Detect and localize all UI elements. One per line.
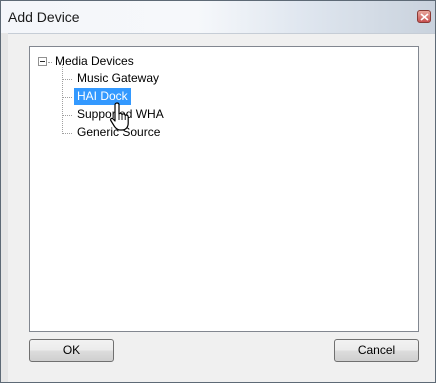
tree-connector xyxy=(62,115,72,116)
tree-node-label: Media Devices xyxy=(55,54,134,68)
close-button[interactable] xyxy=(417,10,431,23)
title-bar[interactable]: Add Device xyxy=(1,1,435,34)
collapse-icon[interactable] xyxy=(38,57,47,66)
tree-connector xyxy=(62,97,72,98)
device-tree[interactable]: Media Devices Music Gateway HAI Dock Sup… xyxy=(29,46,419,332)
hand-cursor-icon xyxy=(110,102,129,131)
window-title: Add Device xyxy=(8,9,80,25)
tree-branch-line xyxy=(62,64,63,134)
window-left-edge xyxy=(1,33,8,382)
ok-button[interactable]: OK xyxy=(29,339,114,362)
tree-connector xyxy=(62,133,72,134)
cancel-button[interactable]: Cancel xyxy=(334,339,419,362)
tree-connector xyxy=(48,62,52,63)
tree-connector xyxy=(62,79,72,80)
close-icon xyxy=(420,13,429,21)
add-device-dialog: Add Device Media Devices Music Gateway H… xyxy=(0,0,436,383)
tree-item-label: Music Gateway xyxy=(77,71,160,85)
